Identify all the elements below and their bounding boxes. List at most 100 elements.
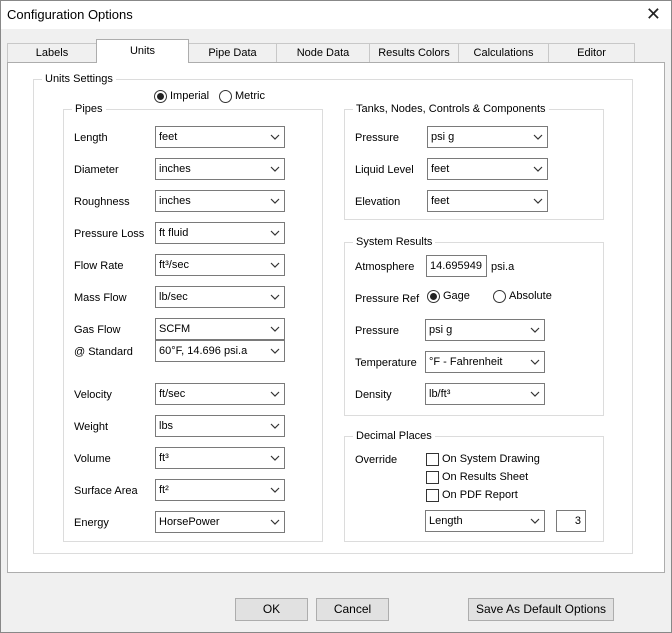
pipes-roughness-label: Roughness [74,196,130,208]
chevron-down-icon [270,294,280,300]
tab-pipe-data-label: Pipe Data [208,47,257,59]
tab-node-data[interactable]: Node Data [276,43,370,63]
pipes-weight-value: lbs [159,420,174,432]
pipes-roughness-select[interactable]: inches [155,190,285,212]
temperature-label: Temperature [355,357,417,369]
chevron-down-icon [530,327,540,333]
decimal-field-value: Length [429,515,463,527]
tanks-liquid-level-value: feet [431,163,450,175]
tanks-elevation-value: feet [431,195,450,207]
pipes-pressure-loss-select[interactable]: ft fluid [155,222,285,244]
temperature-select[interactable]: °F - Fahrenheit [425,351,545,373]
save-as-default-button[interactable]: Save As Default Options [468,598,614,621]
pipes-gas-flow-select[interactable]: SCFM [155,318,285,340]
sr-pressure-select[interactable]: psi g [425,319,545,341]
chevron-down-icon [270,348,280,354]
ok-button[interactable]: OK [235,598,308,621]
pipes-diameter-value: inches [159,163,191,175]
tanks-pressure-select[interactable]: psi g [427,126,548,148]
chevron-down-icon [270,262,280,268]
tanks-elevation-select[interactable]: feet [427,190,548,212]
chevron-down-icon [270,230,280,236]
absolute-radio[interactable] [493,290,506,303]
tanks-nodes-group-title: Tanks, Nodes, Controls & Components [353,102,549,116]
chevron-down-icon [270,423,280,429]
on-system-drawing-label: On System Drawing [442,453,540,465]
pipes-length-select[interactable]: feet [155,126,285,148]
on-results-sheet-label: On Results Sheet [442,471,529,483]
sr-pressure-label: Pressure [355,325,400,337]
pipes-weight-select[interactable]: lbs [155,415,285,437]
cancel-button[interactable]: Cancel [316,598,389,621]
chevron-down-icon [270,519,280,525]
pipes-group-title: Pipes [72,102,106,116]
atmosphere-input[interactable]: 14.695949 [426,255,487,277]
pipes-surface-area-select[interactable]: ft² [155,479,285,501]
decimal-places-value: 3 [574,515,581,527]
temperature-value: °F - Fahrenheit [429,356,503,368]
atmosphere-unit: psi.a [491,261,515,273]
density-value: lb/ft³ [429,388,451,400]
pipes-weight-label: Weight [74,421,109,433]
on-pdf-report-label: On PDF Report [442,489,518,501]
tanks-liquid-level-select[interactable]: feet [427,158,548,180]
tab-editor-label: Editor [577,47,606,59]
tab-units-label: Units [129,45,156,57]
decimal-field-select[interactable]: Length [425,510,545,532]
tab-results-colors[interactable]: Results Colors [369,43,459,63]
tab-editor[interactable]: Editor [548,43,635,63]
chevron-down-icon [533,198,543,204]
tab-labels-label: Labels [35,47,69,59]
pipes-diameter-label: Diameter [74,164,119,176]
pipes-length-label: Length [74,132,108,144]
gage-radio[interactable] [427,290,440,303]
units-tab-page: Units Settings Imperial Metric Pipes Len… [7,62,665,573]
pipes-energy-select[interactable]: HorsePower [155,511,285,533]
absolute-label: Absolute [509,290,552,302]
gage-label: Gage [443,290,470,302]
tab-pipe-data[interactable]: Pipe Data [188,43,277,63]
pipes-mass-flow-select[interactable]: lb/sec [155,286,285,308]
window-title: Configuration Options [7,7,133,22]
tab-units[interactable]: Units [96,39,189,63]
pipes-velocity-value: ft/sec [159,388,186,400]
chevron-down-icon [270,198,280,204]
pipes-velocity-select[interactable]: ft/sec [155,383,285,405]
pipes-standard-label: @ Standard [74,346,133,358]
pipes-diameter-select[interactable]: inches [155,158,285,180]
metric-radio[interactable] [219,90,232,103]
imperial-radio[interactable] [154,90,167,103]
system-results-group-title: System Results [353,235,436,249]
pipes-energy-label: Energy [74,517,109,529]
decimal-places-input[interactable]: 3 [556,510,586,532]
close-icon[interactable]: ✕ [646,4,661,25]
tab-labels[interactable]: Labels [7,43,97,63]
pipes-pressure-loss-value: ft fluid [159,227,189,239]
sr-pressure-value: psi g [429,324,453,336]
pipes-flow-rate-value: ft³/sec [159,259,189,271]
pipes-pressure-loss-label: Pressure Loss [74,228,145,240]
chevron-down-icon [533,166,543,172]
chevron-down-icon [533,134,543,140]
pipes-volume-label: Volume [74,453,111,465]
pipes-flow-rate-select[interactable]: ft³/sec [155,254,285,276]
on-results-sheet-checkbox[interactable] [426,471,439,484]
pipes-gas-flow-value: SCFM [159,323,191,335]
pipes-standard-select[interactable]: 60°F, 14.696 psi.a [155,340,285,362]
density-select[interactable]: lb/ft³ [425,383,545,405]
pipes-mass-flow-value: lb/sec [159,291,188,303]
on-system-drawing-checkbox[interactable] [426,453,439,466]
pipes-volume-select[interactable]: ft³ [155,447,285,469]
pipes-surface-area-value: ft² [159,484,169,496]
tab-node-data-label: Node Data [296,47,350,59]
chevron-down-icon [270,134,280,140]
chevron-down-icon [270,487,280,493]
on-pdf-report-checkbox[interactable] [426,489,439,502]
pipes-surface-area-label: Surface Area [74,485,138,497]
pipes-gas-flow-label: Gas Flow [74,324,121,336]
metric-label: Metric [235,90,265,102]
tab-calculations[interactable]: Calculations [458,43,549,63]
tanks-pressure-label: Pressure [355,132,400,144]
units-settings-title: Units Settings [42,72,116,86]
pipes-velocity-label: Velocity [74,389,112,401]
